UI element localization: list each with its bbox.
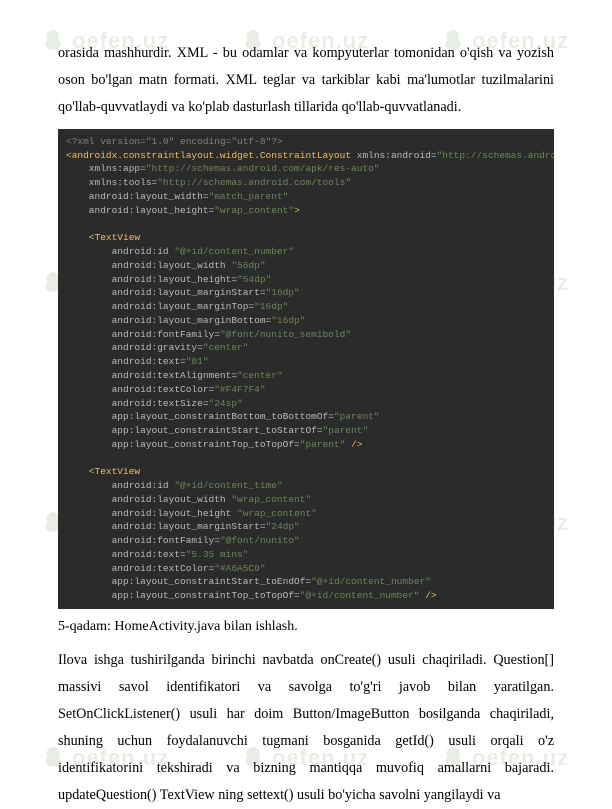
code-line: "#A6A5C0" xyxy=(214,563,265,574)
code-line: "01" xyxy=(186,356,209,367)
code-line: > xyxy=(294,205,300,216)
code-line: <TextView xyxy=(66,466,140,477)
code-line: /> xyxy=(345,439,362,450)
code-line: "16dp" xyxy=(254,301,288,312)
code-line: "match_parent" xyxy=(209,191,289,202)
code-line: "wrap_content" xyxy=(237,508,317,519)
code-line: android:layout_height xyxy=(66,508,237,519)
code-line: android:layout_marginStart= xyxy=(66,287,266,298)
code-line: "54dp" xyxy=(237,274,271,285)
code-line: android:fontFamily= xyxy=(66,535,220,546)
code-line: android:layout_marginStart= xyxy=(66,521,266,532)
code-line: "wrap_content" xyxy=(231,494,311,505)
code-line: android:layout_width xyxy=(66,494,231,505)
code-line: android:gravity= xyxy=(66,342,203,353)
code-line: android:id xyxy=(66,480,174,491)
code-line: "16dp" xyxy=(271,315,305,326)
code-line: android:text= xyxy=(66,549,186,560)
code-line: xmlns:app= xyxy=(66,163,146,174)
code-line: <?xml version="1.0" encoding="utf-8"?> xyxy=(66,136,283,147)
code-line: xmlns:tools= xyxy=(66,177,157,188)
code-line: android:layout_height= xyxy=(66,205,214,216)
code-line: "center" xyxy=(237,370,283,381)
code-line: "@+id/content_number" xyxy=(174,246,294,257)
code-line: android:layout_width= xyxy=(66,191,209,202)
code-line: "parent" xyxy=(300,439,346,450)
page-content: orasida mashhurdir. XML - bu odamlar va … xyxy=(0,0,612,809)
xml-code-block: <?xml version="1.0" encoding="utf-8"?> <… xyxy=(58,129,554,609)
code-line: "http://schemas.android.com/tools" xyxy=(157,177,351,188)
code-line: "parent" xyxy=(323,425,369,436)
intro-paragraph: orasida mashhurdir. XML - bu odamlar va … xyxy=(58,40,554,121)
code-line: "center" xyxy=(203,342,249,353)
code-line: xmlns:android= xyxy=(351,150,437,161)
code-line: "#F4F7F4" xyxy=(214,384,265,395)
code-line: "wrap_content" xyxy=(214,205,294,216)
code-line: "@+id/content_number" xyxy=(300,590,420,601)
code-line: android:layout_height= xyxy=(66,274,237,285)
code-line: "5.35 mins" xyxy=(186,549,249,560)
code-line: <androidx.constraintlayout.widget.Constr… xyxy=(66,150,351,161)
code-line: android:textAlignment= xyxy=(66,370,237,381)
code-line: "@+id/content_number" xyxy=(311,576,431,587)
code-line: app:layout_constraintTop_toTopOf= xyxy=(66,439,300,450)
code-line: "parent" xyxy=(334,411,380,422)
code-line: app:layout_constraintTop_toTopOf= xyxy=(66,590,300,601)
code-line: "http://schemas.android.com/apk/res-auto… xyxy=(146,163,380,174)
code-line: android:textColor= xyxy=(66,384,214,395)
code-line: android:layout_marginTop= xyxy=(66,301,254,312)
body-paragraph: Ilova ishga tushirilganda birinchi navba… xyxy=(58,647,554,809)
code-line: app:layout_constraintStart_toEndOf= xyxy=(66,576,311,587)
code-line: "@font/nunito" xyxy=(220,535,300,546)
code-line: "24dp" xyxy=(266,521,300,532)
code-line: /> xyxy=(419,590,436,601)
code-line: "@font/nunito_semibold" xyxy=(220,329,351,340)
code-line: "@+id/content_time" xyxy=(174,480,282,491)
code-line: <TextView xyxy=(66,232,140,243)
code-line: app:layout_constraintStart_toStartOf= xyxy=(66,425,323,436)
code-line: android:textColor= xyxy=(66,563,214,574)
code-line: "24sp" xyxy=(209,398,243,409)
code-line: "16dp" xyxy=(266,287,300,298)
code-line: android:textSize= xyxy=(66,398,209,409)
code-line: app:layout_constraintBottom_toBottomOf= xyxy=(66,411,334,422)
code-line: "56dp" xyxy=(231,260,265,271)
code-line: android:layout_marginBottom= xyxy=(66,315,271,326)
code-line: android:layout_width xyxy=(66,260,231,271)
code-line: android:id xyxy=(66,246,174,257)
code-line: "http://schemas.android.com/apk/res/andr… xyxy=(437,150,554,161)
step-heading: 5-qadam: HomeActivity.java bilan ishlash… xyxy=(58,619,554,635)
code-line: android:fontFamily= xyxy=(66,329,220,340)
code-line: android:text= xyxy=(66,356,186,367)
